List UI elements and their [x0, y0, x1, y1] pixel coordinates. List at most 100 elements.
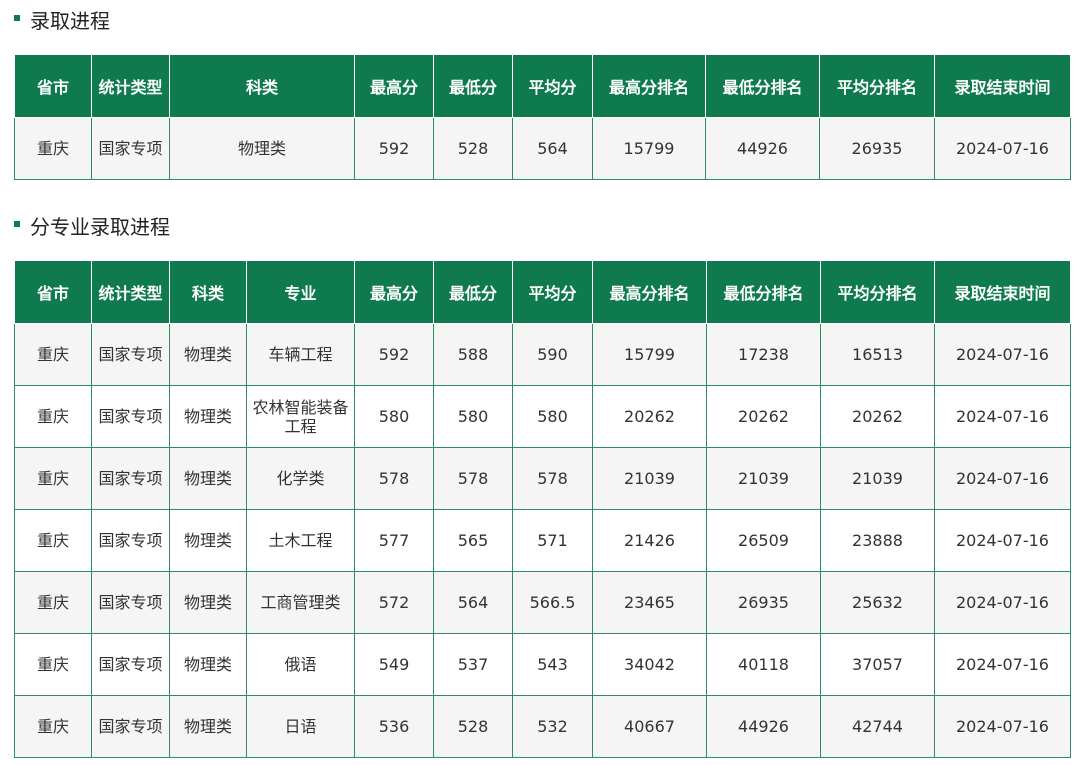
square-bullet-icon	[14, 221, 20, 227]
table-cell: 2024-07-16	[934, 447, 1071, 510]
table-header-row: 省市 统计类型 科类 专业 最高分 最低分 平均分 最高分排名 最低分排名 平均分排名 录取结束时间	[14, 260, 1071, 324]
table-cell: 44926	[706, 695, 821, 758]
column-header: 最高分	[354, 260, 434, 324]
table-cell: 物理类	[169, 509, 247, 572]
table-cell: 26509	[706, 509, 821, 572]
table-cell: 21426	[592, 509, 707, 572]
table-cell: 580	[512, 385, 593, 448]
table-cell: 车辆工程	[246, 323, 355, 386]
admission-summary-table: 省市 统计类型 科类 最高分 最低分 平均分 最高分排名 最低分排名 平均分排名 录取结束时间 重…	[14, 54, 1071, 180]
column-header: 科类	[169, 54, 355, 118]
table-cell: 21039	[820, 447, 935, 510]
table-cell: 重庆	[14, 509, 92, 572]
table-cell: 543	[512, 633, 593, 696]
table-cell: 578	[433, 447, 513, 510]
table-cell: 国家专项	[91, 117, 170, 180]
table-cell: 588	[433, 323, 513, 386]
table-cell: 566.5	[512, 571, 593, 634]
column-header: 录取结束时间	[934, 260, 1071, 324]
section-title-text: 分专业录取进程	[30, 215, 170, 239]
table-cell: 国家专项	[91, 385, 170, 448]
table-cell: 564	[512, 117, 593, 180]
table-cell: 580	[354, 385, 434, 448]
table-cell: 15799	[592, 117, 706, 180]
table-cell: 国家专项	[91, 633, 170, 696]
column-header: 平均分	[512, 54, 593, 118]
table-cell: 20262	[592, 385, 707, 448]
table-cell: 2024-07-16	[934, 571, 1071, 634]
table-cell: 549	[354, 633, 434, 696]
column-header: 最低分排名	[706, 260, 821, 324]
square-bullet-icon	[14, 15, 20, 21]
table-row: 重庆 国家专项 物理类 土木工程 577 565 571 21426 26509 23888 202…	[14, 509, 1071, 572]
column-header: 最高分排名	[592, 54, 706, 118]
table-cell: 重庆	[14, 447, 92, 510]
table-cell: 17238	[706, 323, 821, 386]
table-cell: 重庆	[14, 385, 92, 448]
section-title-major-admission: 分专业录取进程	[14, 213, 170, 241]
table-cell: 重庆	[14, 633, 92, 696]
table-cell: 537	[433, 633, 513, 696]
table-cell: 578	[512, 447, 593, 510]
table-cell: 物理类	[169, 571, 247, 634]
table-cell: 571	[512, 509, 593, 572]
section-title-admission: 录取进程	[14, 7, 110, 35]
table-cell: 564	[433, 571, 513, 634]
table-cell: 物理类	[169, 117, 355, 180]
column-header: 专业	[246, 260, 355, 324]
column-header: 最低分排名	[705, 54, 820, 118]
table-cell: 34042	[592, 633, 707, 696]
column-header: 最高分	[354, 54, 434, 118]
table-row: 重庆 国家专项 物理类 592 528 564 15799 44926 26935 2024-07…	[14, 117, 1071, 180]
table-cell: 40667	[592, 695, 707, 758]
table-cell: 21039	[706, 447, 821, 510]
table-header-row: 省市 统计类型 科类 最高分 最低分 平均分 最高分排名 最低分排名 平均分排名 录取结束时间	[14, 54, 1071, 118]
table-row: 重庆 国家专项 物理类 日语 536 528 532 40667 44926 42744 2024-…	[14, 695, 1071, 758]
table-cell: 25632	[820, 571, 935, 634]
table-cell: 物理类	[169, 695, 247, 758]
table-cell: 重庆	[14, 695, 92, 758]
table-cell: 国家专项	[91, 571, 170, 634]
table-cell: 国家专项	[91, 509, 170, 572]
table-cell: 国家专项	[91, 695, 170, 758]
table-cell: 国家专项	[91, 447, 170, 510]
table-cell: 物理类	[169, 323, 247, 386]
table-cell: 592	[354, 117, 434, 180]
table-cell: 528	[433, 695, 513, 758]
table-cell: 重庆	[14, 571, 92, 634]
column-header: 最低分	[433, 54, 513, 118]
table-row: 重庆 国家专项 物理类 农林智能装备工程 580 580 580 20262 20262 2026…	[14, 385, 1071, 448]
table-cell: 2024-07-16	[934, 117, 1071, 180]
table-cell: 土木工程	[246, 509, 355, 572]
table-cell: 21039	[592, 447, 707, 510]
table-cell: 15799	[592, 323, 707, 386]
table-cell: 20262	[706, 385, 821, 448]
table-cell: 农林智能装备工程	[246, 385, 355, 448]
table-cell: 国家专项	[91, 323, 170, 386]
table-cell: 532	[512, 695, 593, 758]
table-cell: 重庆	[14, 323, 92, 386]
column-header: 平均分	[512, 260, 593, 324]
table-cell: 2024-07-16	[934, 509, 1071, 572]
table-row: 重庆 国家专项 物理类 工商管理类 572 564 566.5 23465 26935 25632…	[14, 571, 1071, 634]
table-cell: 577	[354, 509, 434, 572]
table-cell: 23888	[820, 509, 935, 572]
table-cell: 572	[354, 571, 434, 634]
table-cell: 23465	[592, 571, 707, 634]
table-cell: 2024-07-16	[934, 385, 1071, 448]
table-cell: 592	[354, 323, 434, 386]
table-cell: 日语	[246, 695, 355, 758]
table-cell: 物理类	[169, 633, 247, 696]
table-cell: 16513	[820, 323, 935, 386]
table-cell: 37057	[820, 633, 935, 696]
table-cell: 工商管理类	[246, 571, 355, 634]
column-header: 省市	[14, 54, 92, 118]
table-row: 重庆 国家专项 物理类 车辆工程 592 588 590 15799 17238 16513 202…	[14, 323, 1071, 386]
table-cell: 44926	[705, 117, 820, 180]
column-header: 录取结束时间	[934, 54, 1071, 118]
table-cell: 536	[354, 695, 434, 758]
column-header: 统计类型	[91, 54, 170, 118]
table-row: 重庆 国家专项 物理类 俄语 549 537 543 34042 40118 37057 2024-…	[14, 633, 1071, 696]
column-header: 最低分	[433, 260, 513, 324]
table-cell: 重庆	[14, 117, 92, 180]
